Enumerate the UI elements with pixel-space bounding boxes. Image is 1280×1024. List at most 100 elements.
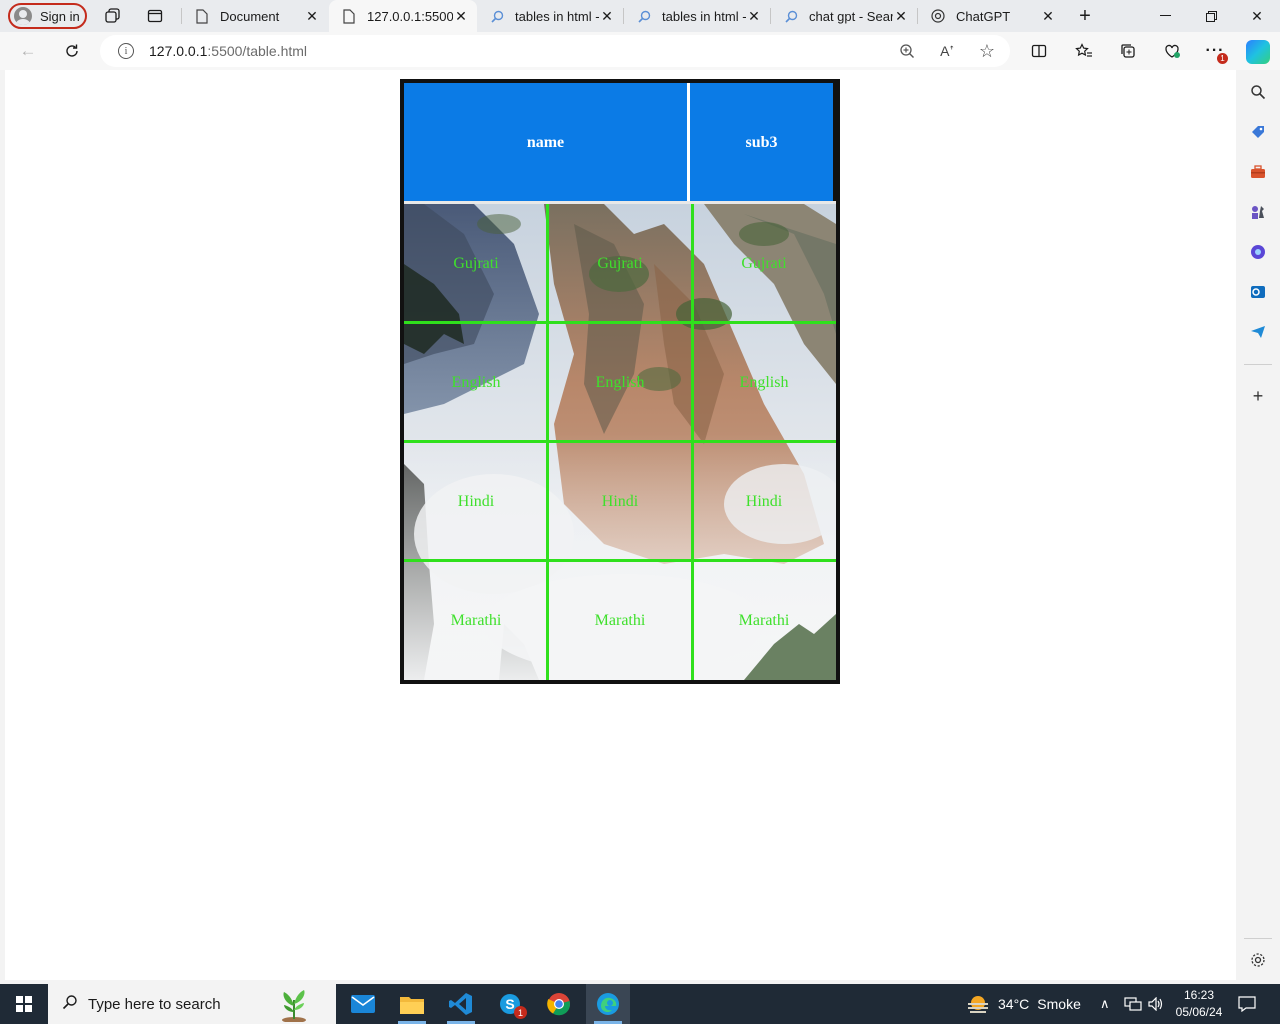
zoom-icon[interactable] — [897, 41, 917, 61]
windows-taskbar: Type here to search S 1 34°C Smoke ∧ 16:… — [0, 984, 1280, 1024]
skype-badge: 1 — [514, 1006, 527, 1019]
table-row: Hindi Hindi Hindi — [404, 442, 836, 561]
refresh-icon[interactable] — [61, 40, 83, 62]
mail-icon[interactable] — [341, 984, 385, 1024]
url-host: 127.0.0.1 — [149, 43, 208, 59]
sign-in-label: Sign in — [40, 8, 80, 24]
back-arrow-icon[interactable]: ← — [17, 40, 39, 62]
add-sidebar-app-icon[interactable]: + — [1248, 386, 1268, 406]
tab-search-tables-1[interactable]: tables in html - ✕ — [477, 0, 623, 32]
favorites-icon[interactable] — [1073, 40, 1095, 62]
table-row: English English English — [404, 323, 836, 442]
table-cell: Marathi — [594, 611, 646, 629]
close-icon[interactable]: ✕ — [599, 8, 615, 24]
table-cell: Hindi — [745, 492, 783, 510]
table-cell: Gujrati — [741, 254, 787, 272]
outlook-icon[interactable] — [1248, 282, 1268, 302]
table-cell: Gujrati — [597, 254, 643, 272]
table-row: Gujrati Gujrati Gujrati — [404, 204, 836, 323]
tab-strip: Sign in Document ✕ 127.0.0.1:5500/t ✕ ta… — [0, 0, 1280, 32]
notifications-icon[interactable] — [1238, 984, 1256, 1024]
tab-table-page[interactable]: 127.0.0.1:5500/t ✕ — [329, 0, 477, 32]
tab-search-tables-2[interactable]: tables in html - ✕ — [624, 0, 770, 32]
show-hidden-icons-chevron-icon[interactable]: ∧ — [1100, 984, 1110, 1024]
restore-icon[interactable] — [1188, 0, 1234, 32]
tab-actions-icon[interactable] — [145, 6, 165, 26]
search-icon — [783, 8, 799, 24]
workspaces-icon[interactable] — [103, 6, 123, 26]
table-cell: English — [739, 373, 789, 391]
profile-sign-in-button[interactable]: Sign in — [8, 3, 87, 29]
read-aloud-icon[interactable]: Aꜛ — [937, 41, 957, 61]
search-placeholder: Type here to search — [88, 995, 221, 1013]
sidebar-settings-gear-icon[interactable] — [1248, 950, 1268, 970]
edge-icon[interactable] — [586, 984, 630, 1024]
split-screen-icon[interactable] — [1028, 40, 1050, 62]
close-icon[interactable]: ✕ — [304, 8, 320, 24]
collections-icon[interactable] — [1117, 40, 1139, 62]
table-cell: Gujrati — [453, 254, 499, 272]
file-explorer-icon[interactable] — [390, 984, 434, 1024]
close-icon[interactable]: ✕ — [893, 8, 909, 24]
windows-logo-icon — [16, 996, 32, 1012]
copilot-sidebar-icon[interactable] — [1248, 242, 1268, 262]
chatgpt-icon — [930, 8, 946, 24]
language-table: name sub3 Gujrati Gujrati Gujrati Englis… — [400, 79, 840, 684]
tab-title: tables in html - — [662, 8, 746, 24]
search-icon — [489, 8, 505, 24]
table-cell: English — [595, 373, 645, 391]
chrome-icon[interactable] — [537, 984, 581, 1024]
navigation-bar: ← i 127.0.0.1:5500/table.html Aꜛ ☆ ··· 1 — [0, 32, 1280, 70]
tools-briefcase-icon[interactable] — [1248, 162, 1268, 182]
notification-badge: 1 — [1217, 53, 1228, 64]
telegram-send-icon[interactable] — [1248, 322, 1268, 342]
table-cell: Marathi — [738, 611, 790, 629]
weather-sun-haze-icon — [968, 996, 988, 1013]
shopping-tag-icon[interactable] — [1248, 122, 1268, 142]
favorite-star-icon[interactable]: ☆ — [977, 41, 997, 61]
taskbar-clock[interactable]: 16:23 05/06/24 — [1170, 987, 1228, 1021]
start-button[interactable] — [0, 984, 48, 1024]
search-icon — [636, 8, 652, 24]
minimize-icon[interactable] — [1142, 0, 1188, 32]
clock-date: 05/06/24 — [1175, 1005, 1223, 1019]
tab-chatgpt[interactable]: ChatGPT ✕ — [918, 0, 1064, 32]
table-row: Marathi Marathi Marathi — [404, 561, 836, 680]
close-icon[interactable]: ✕ — [453, 8, 469, 24]
weather-widget[interactable]: 34°C Smoke — [966, 984, 1081, 1024]
weather-temp: 34°C — [998, 996, 1030, 1012]
tab-title: chat gpt - Searc — [809, 8, 893, 24]
address-bar[interactable]: i 127.0.0.1:5500/table.html — [100, 35, 1010, 67]
tab-title: tables in html - — [515, 8, 599, 24]
close-icon[interactable]: ✕ — [746, 8, 762, 24]
taskbar-search-box[interactable]: Type here to search — [48, 984, 336, 1024]
header-sub3: sub3 — [690, 83, 833, 203]
page-icon — [194, 8, 210, 24]
tab-document[interactable]: Document ✕ — [182, 0, 328, 32]
tab-search-chatgpt[interactable]: chat gpt - Searc ✕ — [771, 0, 917, 32]
url-path: :5500/table.html — [207, 43, 308, 59]
copilot-icon[interactable] — [1246, 40, 1270, 64]
search-icon — [62, 994, 78, 1015]
more-options-icon[interactable]: ··· 1 — [1204, 40, 1228, 64]
clock-time: 16:23 — [1183, 988, 1215, 1002]
header-name: name — [404, 83, 690, 203]
skype-icon[interactable]: S 1 — [488, 984, 532, 1024]
table-header-row: name sub3 — [404, 83, 836, 203]
browser-essentials-icon[interactable] — [1161, 40, 1183, 62]
close-window-icon[interactable]: ✕ — [1234, 0, 1280, 32]
table-cell: English — [451, 373, 501, 391]
page-viewport: name sub3 Gujrati Gujrati Gujrati Englis… — [5, 70, 1236, 980]
new-tab-icon[interactable]: + — [1075, 5, 1095, 27]
site-info-icon[interactable]: i — [118, 43, 134, 59]
vscode-icon[interactable] — [439, 984, 483, 1024]
games-icon[interactable] — [1248, 202, 1268, 222]
table-cell: Marathi — [450, 611, 502, 629]
volume-icon[interactable] — [1148, 984, 1164, 1024]
close-icon[interactable]: ✕ — [1040, 8, 1056, 24]
profile-avatar-icon — [14, 7, 32, 25]
svg-text:S: S — [505, 996, 514, 1012]
network-icon[interactable] — [1124, 984, 1142, 1024]
plant-illustration-icon — [282, 990, 306, 1022]
search-icon[interactable] — [1248, 82, 1268, 102]
